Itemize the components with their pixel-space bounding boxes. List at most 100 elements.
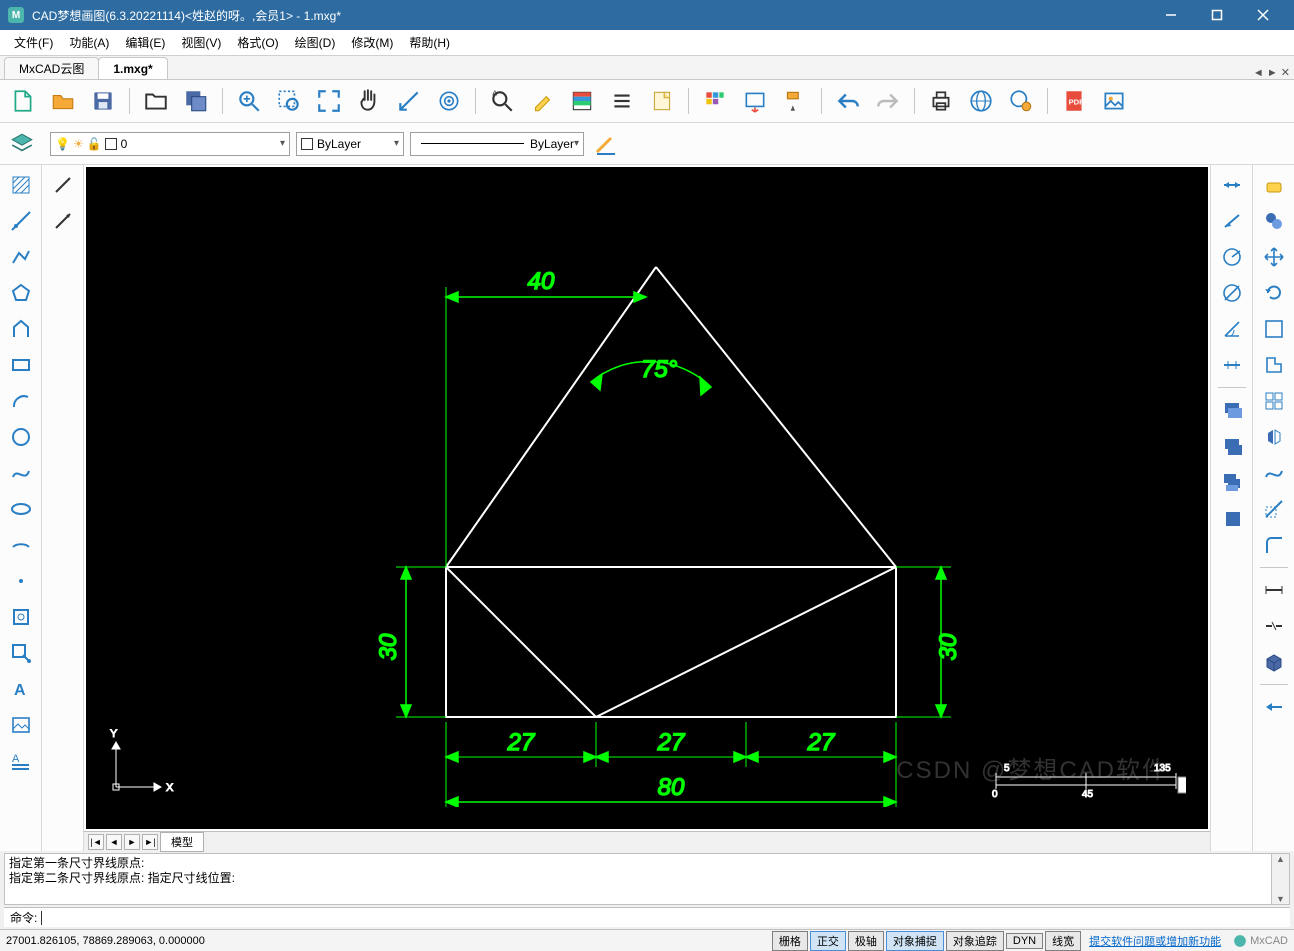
status-otrack[interactable]: 对象追踪 [946,931,1004,951]
measure-icon[interactable] [392,84,426,118]
spline-icon[interactable] [4,457,38,489]
layer-blue3-icon[interactable] [1215,466,1249,498]
undo-icon[interactable] [831,84,865,118]
offset-curve-icon[interactable] [1257,457,1291,489]
line-tool-icon[interactable] [46,169,80,201]
zoom-extents-icon[interactable] [312,84,346,118]
menu-draw[interactable]: 绘图(D) [287,31,344,54]
menu-view[interactable]: 视图(V) [173,31,229,54]
status-dyn[interactable]: DYN [1006,933,1043,949]
menu-function[interactable]: 功能(A) [61,31,117,54]
move-icon[interactable] [1257,241,1291,273]
highlight-icon[interactable] [525,84,559,118]
scale-icon[interactable] [1257,493,1291,525]
break-line-icon[interactable] [1257,610,1291,642]
palette-icon[interactable] [698,84,732,118]
circle-icon[interactable] [4,421,38,453]
pentagon-icon[interactable] [4,313,38,345]
menu-modify[interactable]: 修改(M) [343,31,401,54]
pdf-icon[interactable]: PDF [1057,84,1091,118]
status-grid[interactable]: 栅格 [772,931,808,951]
maximize-button[interactable] [1194,0,1240,30]
tab-prev-icon[interactable]: ◄ [106,834,122,850]
save-icon[interactable] [86,84,120,118]
layer-blue-icon[interactable] [1215,394,1249,426]
dim-diameter-icon[interactable] [1215,277,1249,309]
rotate-icon[interactable] [1257,277,1291,309]
copy-icon[interactable] [1257,205,1291,237]
save-as-icon[interactable] [179,84,213,118]
tab-first-icon[interactable]: |◄ [88,834,104,850]
linetype-combo[interactable]: ByLayer ▾ [296,132,404,156]
construction-line-icon[interactable] [4,205,38,237]
image-insert-icon[interactable] [4,709,38,741]
arrow-left-icon[interactable] [1257,691,1291,723]
ellipse-icon[interactable] [4,493,38,525]
layer-blue4-icon[interactable] [1215,502,1249,534]
zoom-window-icon[interactable] [272,84,306,118]
open-file-icon[interactable] [46,84,80,118]
insert-block-icon[interactable] [4,637,38,669]
status-ortho[interactable]: 正交 [810,931,846,951]
point-icon[interactable] [4,565,38,597]
menu-edit[interactable]: 编辑(E) [117,31,173,54]
print-icon[interactable] [924,84,958,118]
image-icon[interactable] [1097,84,1131,118]
target-icon[interactable] [432,84,466,118]
tab-nav-icons[interactable]: ◄ ► ✕ [1253,66,1290,79]
edit-linestyle-icon[interactable] [590,128,622,160]
layer-blue2-icon[interactable] [1215,430,1249,462]
feedback-link[interactable]: 提交软件问题或增加新功能 [1089,933,1221,949]
tab-next-icon[interactable]: ► [124,834,140,850]
model-tab[interactable]: 模型 [160,832,204,852]
folder-open-icon[interactable] [139,84,173,118]
extend-icon[interactable] [1257,349,1291,381]
pan-icon[interactable] [352,84,386,118]
box3d-icon[interactable] [1257,646,1291,678]
array-icon[interactable] [1257,385,1291,417]
dim-ordinate-icon[interactable] [1215,349,1249,381]
polyline-icon[interactable] [4,241,38,273]
zoom-in-icon[interactable] [232,84,266,118]
hatch-icon[interactable] [4,169,38,201]
web-icon[interactable] [964,84,998,118]
dim-angular-icon[interactable] [1215,313,1249,345]
polygon-icon[interactable] [4,277,38,309]
tab-file[interactable]: 1.mxg* [98,57,167,79]
mtext-icon[interactable]: A [4,745,38,777]
trim-icon[interactable] [1257,313,1291,345]
note-icon[interactable] [645,84,679,118]
status-osnap[interactable]: 对象捕捉 [886,931,944,951]
find-icon[interactable]: A [485,84,519,118]
mirror-icon[interactable] [1257,421,1291,453]
dim-linear-icon[interactable] [1215,169,1249,201]
rectangle-icon[interactable] [4,349,38,381]
minimize-button[interactable] [1148,0,1194,30]
paint-format-icon[interactable] [778,84,812,118]
drawing-canvas[interactable]: 40 75° 30 30 [86,167,1208,829]
menu-format[interactable]: 格式(O) [229,31,286,54]
status-polar[interactable]: 极轴 [848,931,884,951]
layers-icon[interactable] [6,128,38,160]
status-lwt[interactable]: 线宽 [1045,931,1081,951]
linestyle-combo[interactable]: ByLayer ▾ [410,132,584,156]
fillet-icon[interactable] [1257,529,1291,561]
tab-last-icon[interactable]: ►| [142,834,158,850]
block-icon[interactable] [4,601,38,633]
new-file-icon[interactable] [6,84,40,118]
nav-cube[interactable] [1178,777,1186,793]
arc-icon[interactable] [4,385,38,417]
tab-cloud[interactable]: MxCAD云图 [4,57,99,79]
properties-icon[interactable] [565,84,599,118]
cmd-scrollbar[interactable]: ▲▼ [1271,854,1289,904]
export-image-icon[interactable] [738,84,772,118]
ray-icon[interactable] [46,205,80,237]
web-settings-icon[interactable] [1004,84,1038,118]
dim-radius-icon[interactable] [1215,241,1249,273]
layer-combo[interactable]: 💡 ☀ 🔓 0 ▾ [50,132,290,156]
ellipse-arc-icon[interactable] [4,529,38,561]
stretch-line-icon[interactable] [1257,574,1291,606]
erase-icon[interactable] [1257,169,1291,201]
dim-aligned-icon[interactable] [1215,205,1249,237]
list-icon[interactable] [605,84,639,118]
